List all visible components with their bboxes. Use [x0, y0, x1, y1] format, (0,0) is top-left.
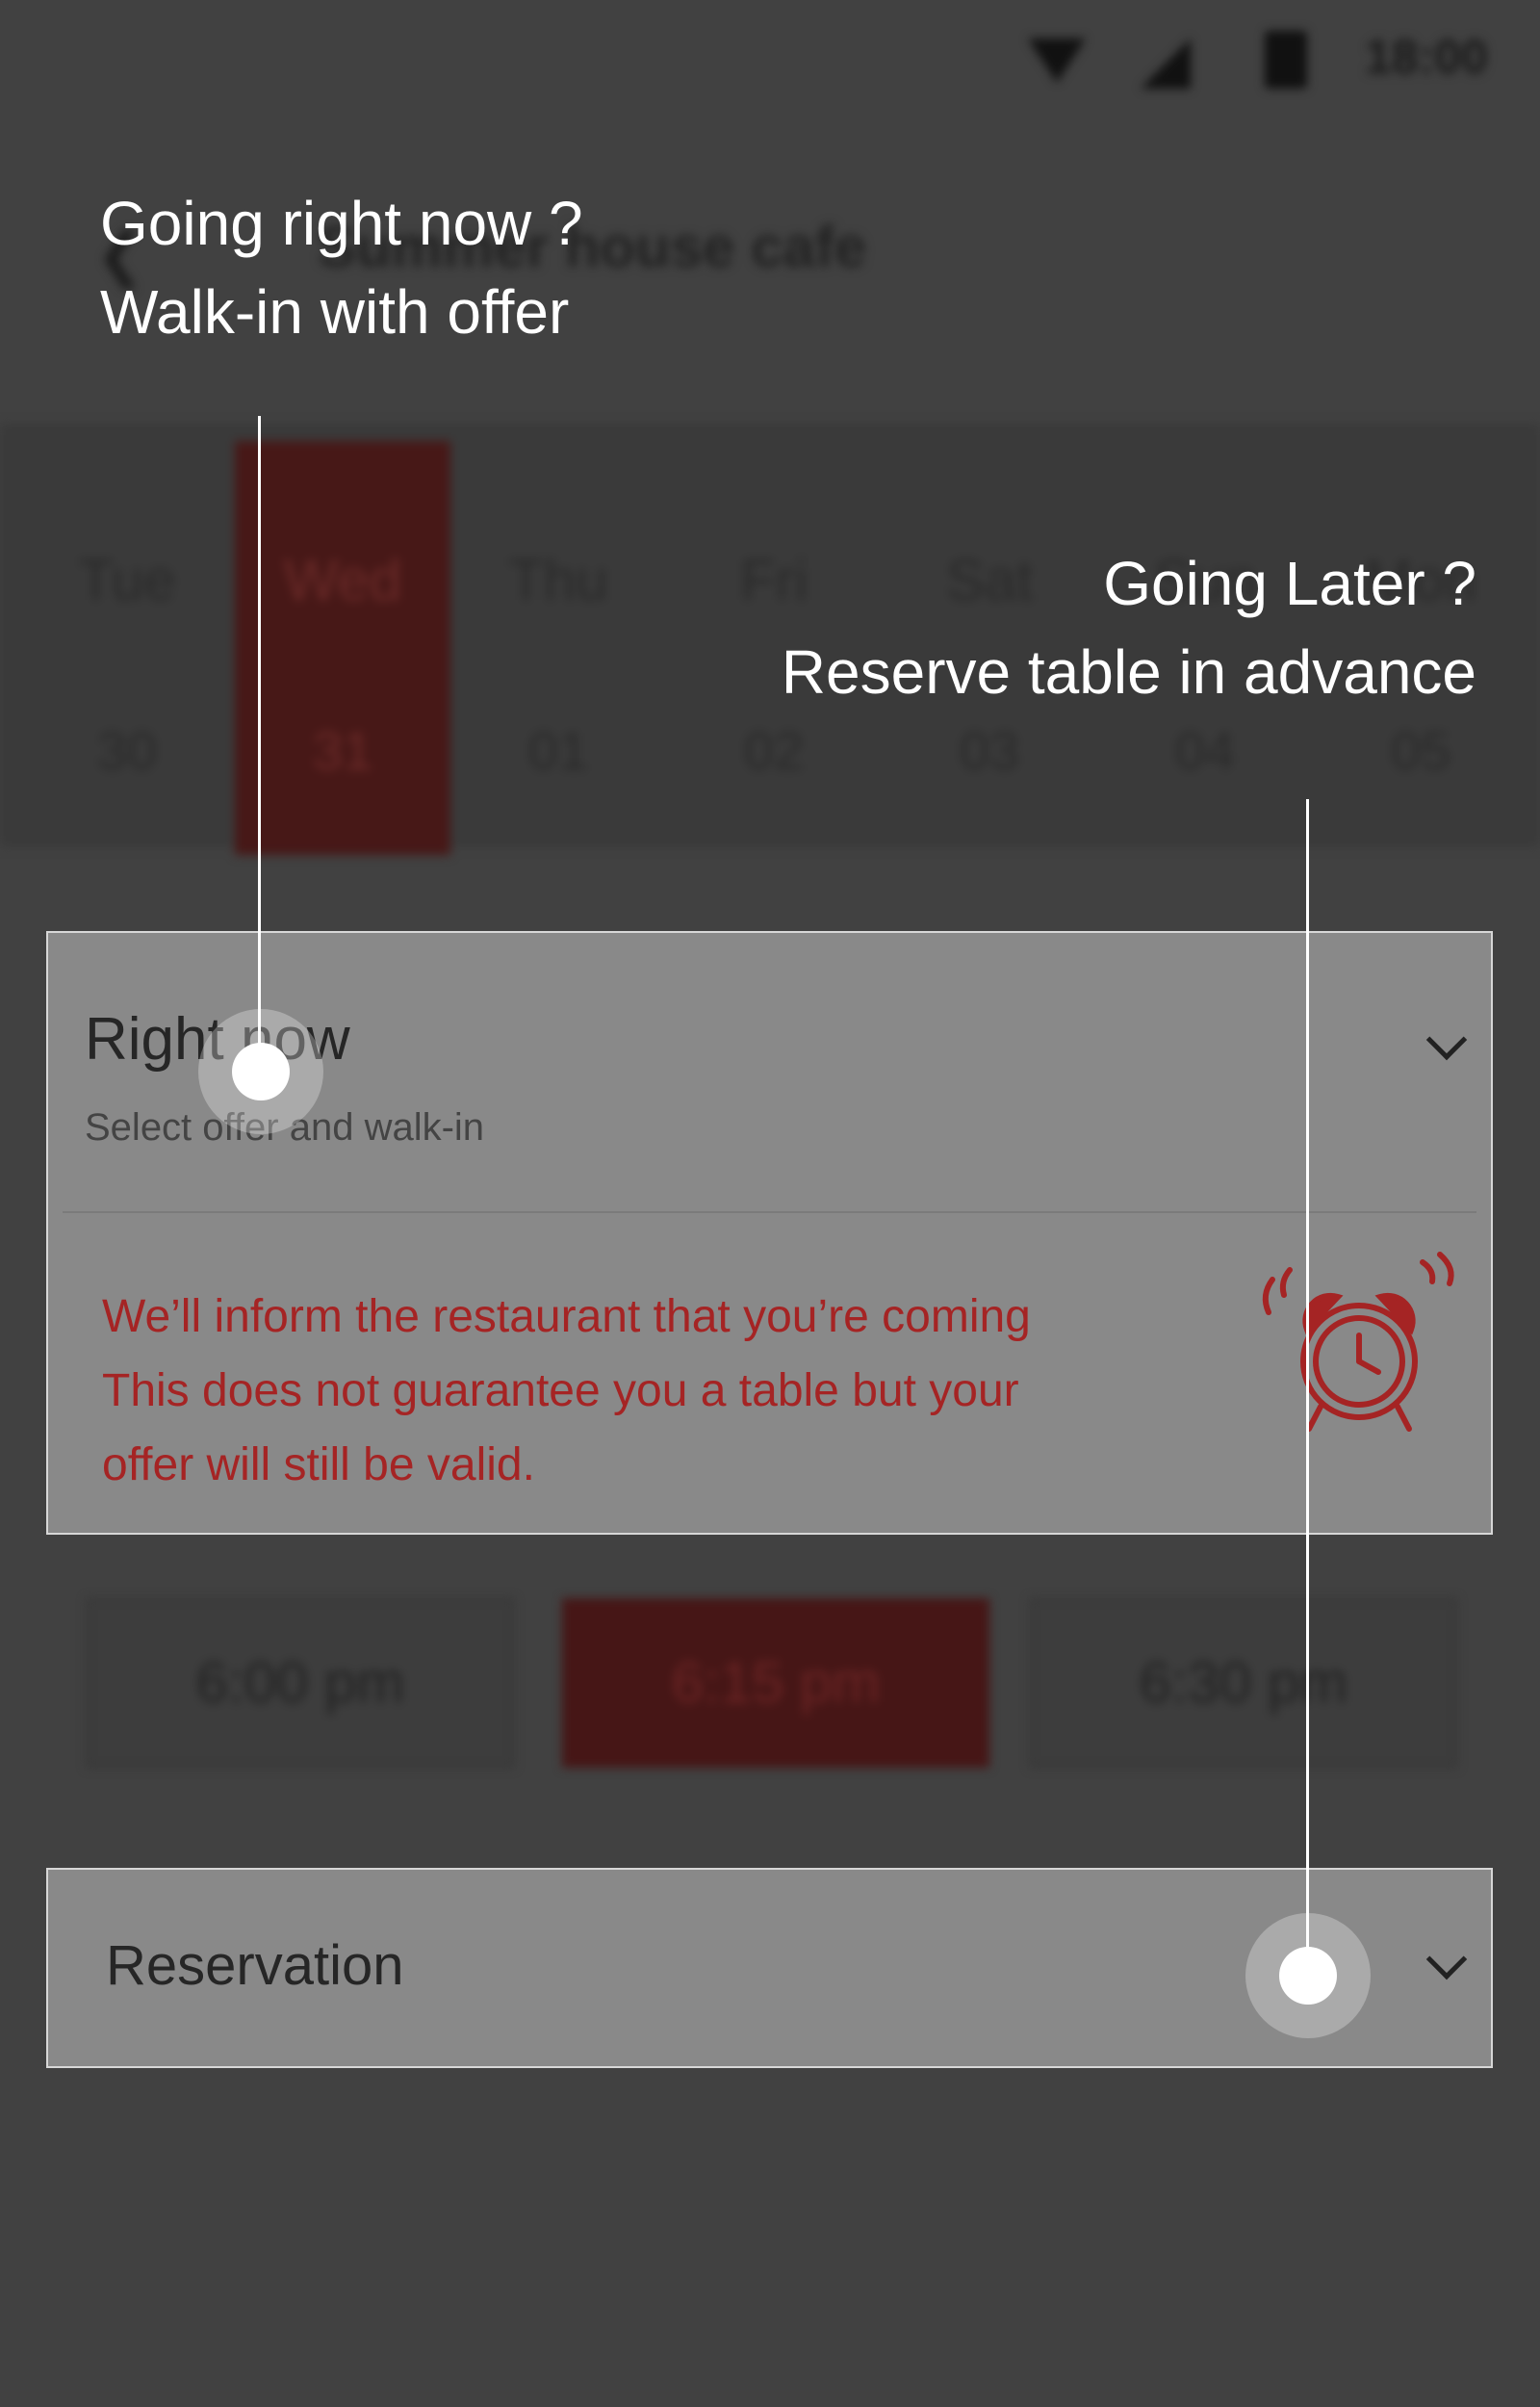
date-day-of-week: Thu: [508, 548, 608, 612]
date-day-number: 30: [96, 720, 158, 781]
date-wed-31[interactable]: Wed 31: [235, 441, 450, 855]
walk-in-touch-indicator: [232, 1043, 290, 1100]
chevron-down-icon[interactable]: [1425, 1019, 1468, 1061]
time-slot-615[interactable]: 6:15 pm: [562, 1598, 989, 1768]
time-slot-list: 6:00 pm 6:15 pm 6:30 pm: [0, 1598, 1540, 1772]
date-day-number: 02: [743, 720, 805, 781]
walk-in-hint-line2: Walk-in with offer: [100, 277, 570, 347]
battery-icon: [1265, 31, 1307, 89]
status-time: 18:00: [1365, 30, 1488, 84]
date-day-number: 05: [1390, 720, 1451, 781]
date-day-number: 01: [527, 720, 589, 781]
reserve-touch-indicator: [1279, 1947, 1337, 2005]
notice-line: We’ll inform the restaurant that you’re …: [102, 1291, 1031, 1342]
date-tue-30[interactable]: Tue 30: [19, 441, 235, 855]
chevron-down-icon[interactable]: [1425, 1938, 1468, 1980]
notice-line: offer will still be valid.: [102, 1439, 535, 1490]
reserve-hint: Going Later ? Reserve table in advance: [782, 539, 1476, 716]
walk-in-pointer-line: [258, 416, 261, 1071]
panel-divider: [63, 1211, 1476, 1213]
notice-line: This does not guarantee you a table but …: [102, 1365, 1019, 1416]
wifi-icon: [1028, 39, 1086, 83]
date-day-of-week: Wed: [283, 548, 402, 612]
date-thu-01[interactable]: Thu 01: [450, 441, 666, 855]
date-day-number: 31: [312, 720, 373, 781]
cellular-signal-icon: [1141, 39, 1191, 89]
time-slot-600[interactable]: 6:00 pm: [87, 1598, 514, 1768]
status-bar: 18:00: [0, 0, 1540, 116]
date-day-of-week: Tue: [78, 548, 176, 612]
reserve-hint-line2: Reserve table in advance: [781, 637, 1476, 707]
walk-in-hint-line1: Going right now ?: [100, 189, 583, 258]
date-day-number: 03: [959, 720, 1020, 781]
walk-in-hint: Going right now ? Walk-in with offer: [100, 179, 583, 356]
time-slot-630[interactable]: 6:30 pm: [1030, 1598, 1457, 1768]
alarm-clock-icon: [1262, 1252, 1454, 1432]
date-day-number: 04: [1174, 720, 1236, 781]
reserve-pointer-line: [1306, 799, 1309, 1976]
walk-in-notice: We’ll inform the restaurant that you’re …: [102, 1280, 1209, 1502]
reservation-title: Reservation: [106, 1934, 404, 1997]
reserve-hint-line1: Going Later ?: [1103, 549, 1476, 618]
